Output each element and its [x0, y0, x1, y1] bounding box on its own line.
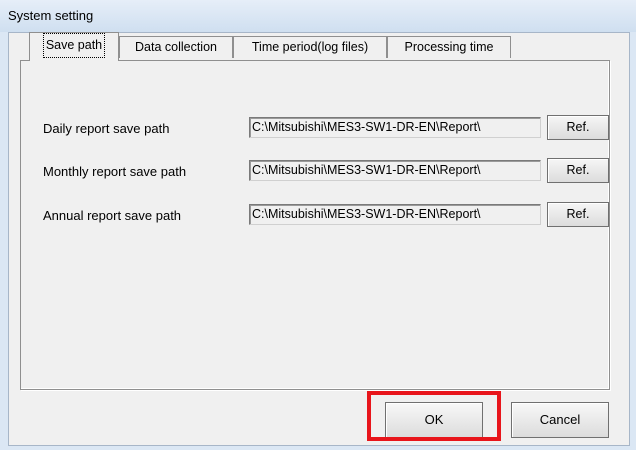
- tab-label: Save path: [42, 33, 106, 58]
- system-setting-dialog: System setting Save path Data collection…: [0, 0, 636, 450]
- monthly-report-path-field[interactable]: C:\Mitsubishi\MES3-SW1-DR-EN\Report\: [249, 160, 541, 181]
- tab-label: Data collection: [135, 40, 217, 54]
- save-path-panel: Daily report save path C:\Mitsubishi\MES…: [20, 60, 610, 390]
- tab-processing-time[interactable]: Processing time: [387, 36, 511, 58]
- tab-data-collection[interactable]: Data collection: [119, 36, 233, 58]
- cancel-button[interactable]: Cancel: [511, 402, 609, 438]
- ok-button[interactable]: OK: [385, 402, 483, 438]
- annual-report-path-field[interactable]: C:\Mitsubishi\MES3-SW1-DR-EN\Report\: [249, 204, 541, 225]
- tab-label: Time period(log files): [251, 40, 369, 54]
- tab-label: Processing time: [404, 40, 494, 54]
- title-bar[interactable]: System setting: [0, 0, 636, 32]
- daily-report-path-field[interactable]: C:\Mitsubishi\MES3-SW1-DR-EN\Report\: [249, 117, 541, 138]
- daily-report-label: Daily report save path: [43, 121, 170, 136]
- tab-time-period[interactable]: Time period(log files): [233, 36, 387, 58]
- annual-report-label: Annual report save path: [43, 208, 182, 223]
- monthly-report-ref-button[interactable]: Ref.: [547, 158, 609, 183]
- tab-save-path[interactable]: Save path: [29, 32, 119, 61]
- window-title: System setting: [8, 8, 94, 23]
- monthly-report-label: Monthly report save path: [43, 164, 187, 179]
- annual-report-ref-button[interactable]: Ref.: [547, 202, 609, 227]
- daily-report-ref-button[interactable]: Ref.: [547, 115, 609, 140]
